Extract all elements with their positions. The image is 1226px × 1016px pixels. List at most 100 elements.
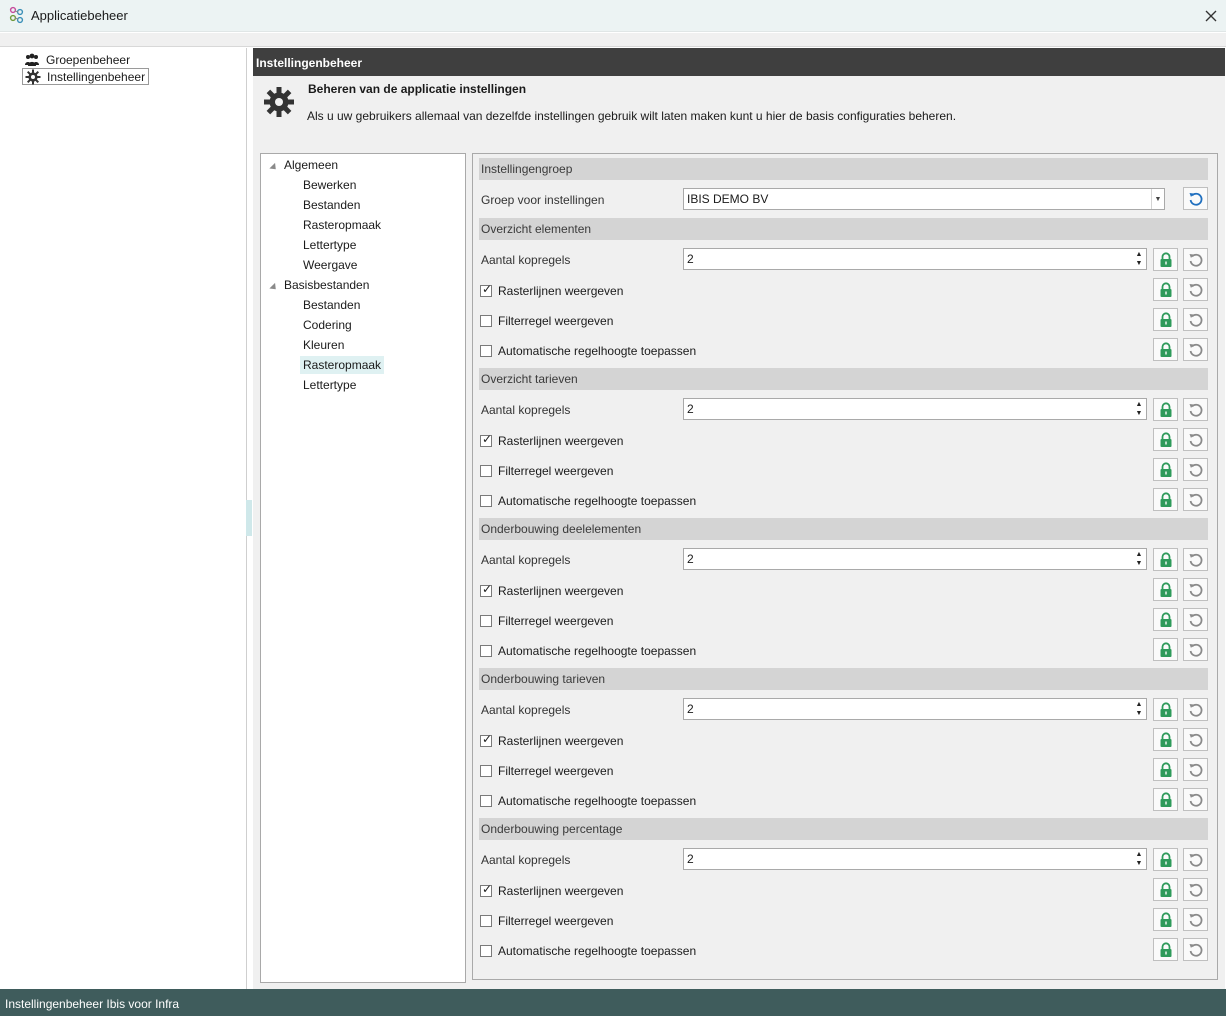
reset-button[interactable] bbox=[1183, 848, 1208, 871]
tree-node[interactable]: Bestanden bbox=[300, 196, 363, 214]
lock-button[interactable] bbox=[1153, 248, 1178, 271]
kopregels-spinner[interactable]: 2 ▲ ▼ bbox=[683, 398, 1147, 420]
nav-item-groepenbeheer[interactable]: Groepenbeheer bbox=[22, 51, 133, 68]
checkbox[interactable] bbox=[480, 645, 492, 657]
reset-button[interactable] bbox=[1183, 698, 1208, 721]
reset-button[interactable] bbox=[1183, 398, 1208, 421]
lock-button[interactable] bbox=[1153, 908, 1178, 931]
tree-node[interactable]: Rasteropmaak bbox=[300, 216, 384, 234]
lock-button[interactable] bbox=[1153, 608, 1178, 631]
reset-button[interactable] bbox=[1183, 248, 1208, 271]
lock-button[interactable] bbox=[1153, 548, 1178, 571]
checkbox[interactable]: ✓ bbox=[480, 283, 492, 297]
setting-checkbox-row[interactable]: ✓ Rasterlijnen weergeven bbox=[480, 583, 623, 598]
reset-button[interactable] bbox=[1183, 938, 1208, 961]
setting-checkbox-row[interactable]: ✓ Rasterlijnen weergeven bbox=[480, 733, 623, 748]
checkbox[interactable] bbox=[480, 315, 492, 327]
reset-button[interactable] bbox=[1183, 728, 1208, 751]
kopregels-spinner[interactable]: 2 ▲ ▼ bbox=[683, 848, 1147, 870]
reset-button[interactable] bbox=[1183, 908, 1208, 931]
kopregels-spinner[interactable]: 2 ▲ ▼ bbox=[683, 698, 1147, 720]
reset-button[interactable] bbox=[1183, 788, 1208, 811]
tree-node[interactable]: Lettertype bbox=[300, 236, 359, 254]
setting-checkbox-row[interactable]: Filterregel weergeven bbox=[480, 764, 613, 778]
tree-node[interactable]: Bestanden bbox=[300, 296, 363, 314]
expand-triangle-icon[interactable] bbox=[269, 282, 279, 293]
lock-button[interactable] bbox=[1153, 698, 1178, 721]
checkbox[interactable] bbox=[480, 765, 492, 777]
checkbox[interactable] bbox=[480, 345, 492, 357]
tree-node-basisbestanden[interactable]: Basisbestanden bbox=[281, 276, 372, 294]
setting-checkbox-row[interactable]: ✓ Rasterlijnen weergeven bbox=[480, 283, 623, 298]
checkbox[interactable]: ✓ bbox=[480, 433, 492, 447]
tree-node[interactable]: Codering bbox=[300, 316, 355, 334]
checkbox[interactable] bbox=[480, 495, 492, 507]
checkbox[interactable] bbox=[480, 915, 492, 927]
setting-checkbox-row[interactable]: Automatische regelhoogte toepassen bbox=[480, 944, 696, 958]
dropdown-arrow-icon[interactable]: ▼ bbox=[1151, 189, 1164, 209]
reset-button[interactable] bbox=[1183, 338, 1208, 361]
spinner-arrows-icon[interactable]: ▲ ▼ bbox=[1134, 550, 1144, 568]
checkbox[interactable] bbox=[480, 945, 492, 957]
reset-button[interactable] bbox=[1183, 608, 1208, 631]
reset-button[interactable] bbox=[1183, 488, 1208, 511]
lock-button[interactable] bbox=[1153, 638, 1178, 661]
setting-checkbox-row[interactable]: Automatische regelhoogte toepassen bbox=[480, 494, 696, 508]
lock-button[interactable] bbox=[1153, 458, 1178, 481]
tree-node[interactable]: Kleuren bbox=[300, 336, 347, 354]
setting-checkbox-row[interactable]: Filterregel weergeven bbox=[480, 614, 613, 628]
lock-button[interactable] bbox=[1153, 938, 1178, 961]
setting-checkbox-row[interactable]: ✓ Rasterlijnen weergeven bbox=[480, 883, 623, 898]
reset-button[interactable] bbox=[1183, 758, 1208, 781]
group-select[interactable]: IBIS DEMO BV ▼ bbox=[683, 188, 1165, 210]
reset-button[interactable] bbox=[1183, 578, 1208, 601]
expand-triangle-icon[interactable] bbox=[269, 162, 279, 173]
lock-button[interactable] bbox=[1153, 788, 1178, 811]
spinner-arrows-icon[interactable]: ▲ ▼ bbox=[1134, 850, 1144, 868]
checkbox[interactable] bbox=[480, 465, 492, 477]
lock-button[interactable] bbox=[1153, 758, 1178, 781]
setting-checkbox-row[interactable]: ✓ Rasterlijnen weergeven bbox=[480, 433, 623, 448]
close-button[interactable] bbox=[1196, 0, 1226, 32]
tree-node-algemeen[interactable]: Algemeen bbox=[281, 156, 341, 174]
lock-button[interactable] bbox=[1153, 308, 1178, 331]
checkbox[interactable]: ✓ bbox=[480, 583, 492, 597]
lock-button[interactable] bbox=[1153, 338, 1178, 361]
lock-button[interactable] bbox=[1153, 578, 1178, 601]
reset-button[interactable] bbox=[1183, 278, 1208, 301]
spinner-arrows-icon[interactable]: ▲ ▼ bbox=[1134, 250, 1144, 268]
lock-button[interactable] bbox=[1153, 878, 1178, 901]
lock-button[interactable] bbox=[1153, 488, 1178, 511]
reset-button[interactable] bbox=[1183, 428, 1208, 451]
lock-button[interactable] bbox=[1153, 728, 1178, 751]
checkbox[interactable] bbox=[480, 615, 492, 627]
checkbox[interactable] bbox=[480, 795, 492, 807]
tree-node[interactable]: Lettertype bbox=[300, 376, 359, 394]
splitter-handle[interactable] bbox=[246, 500, 252, 536]
lock-button[interactable] bbox=[1153, 398, 1178, 421]
reset-button[interactable] bbox=[1183, 458, 1208, 481]
checkbox[interactable]: ✓ bbox=[480, 883, 492, 897]
tree-node-selected[interactable]: Rasteropmaak bbox=[300, 356, 385, 374]
tree-node[interactable]: Bewerken bbox=[300, 176, 359, 194]
lock-button[interactable] bbox=[1153, 278, 1178, 301]
setting-checkbox-row[interactable]: Filterregel weergeven bbox=[480, 314, 613, 328]
spinner-arrows-icon[interactable]: ▲ ▼ bbox=[1134, 400, 1144, 418]
reset-button[interactable] bbox=[1183, 638, 1208, 661]
refresh-button[interactable] bbox=[1183, 187, 1208, 210]
reset-button[interactable] bbox=[1183, 878, 1208, 901]
kopregels-spinner[interactable]: 2 ▲ ▼ bbox=[683, 548, 1147, 570]
setting-checkbox-row[interactable]: Filterregel weergeven bbox=[480, 464, 613, 478]
tree-node[interactable]: Weergave bbox=[300, 256, 360, 274]
reset-button[interactable] bbox=[1183, 548, 1208, 571]
setting-checkbox-row[interactable]: Automatische regelhoogte toepassen bbox=[480, 794, 696, 808]
nav-item-instellingenbeheer[interactable]: Instellingenbeheer bbox=[22, 68, 150, 85]
setting-checkbox-row[interactable]: Automatische regelhoogte toepassen bbox=[480, 344, 696, 358]
spinner-arrows-icon[interactable]: ▲ ▼ bbox=[1134, 700, 1144, 718]
reset-button[interactable] bbox=[1183, 308, 1208, 331]
setting-checkbox-row[interactable]: Automatische regelhoogte toepassen bbox=[480, 644, 696, 658]
kopregels-spinner[interactable]: 2 ▲ ▼ bbox=[683, 248, 1147, 270]
lock-button[interactable] bbox=[1153, 848, 1178, 871]
setting-checkbox-row[interactable]: Filterregel weergeven bbox=[480, 914, 613, 928]
lock-button[interactable] bbox=[1153, 428, 1178, 451]
